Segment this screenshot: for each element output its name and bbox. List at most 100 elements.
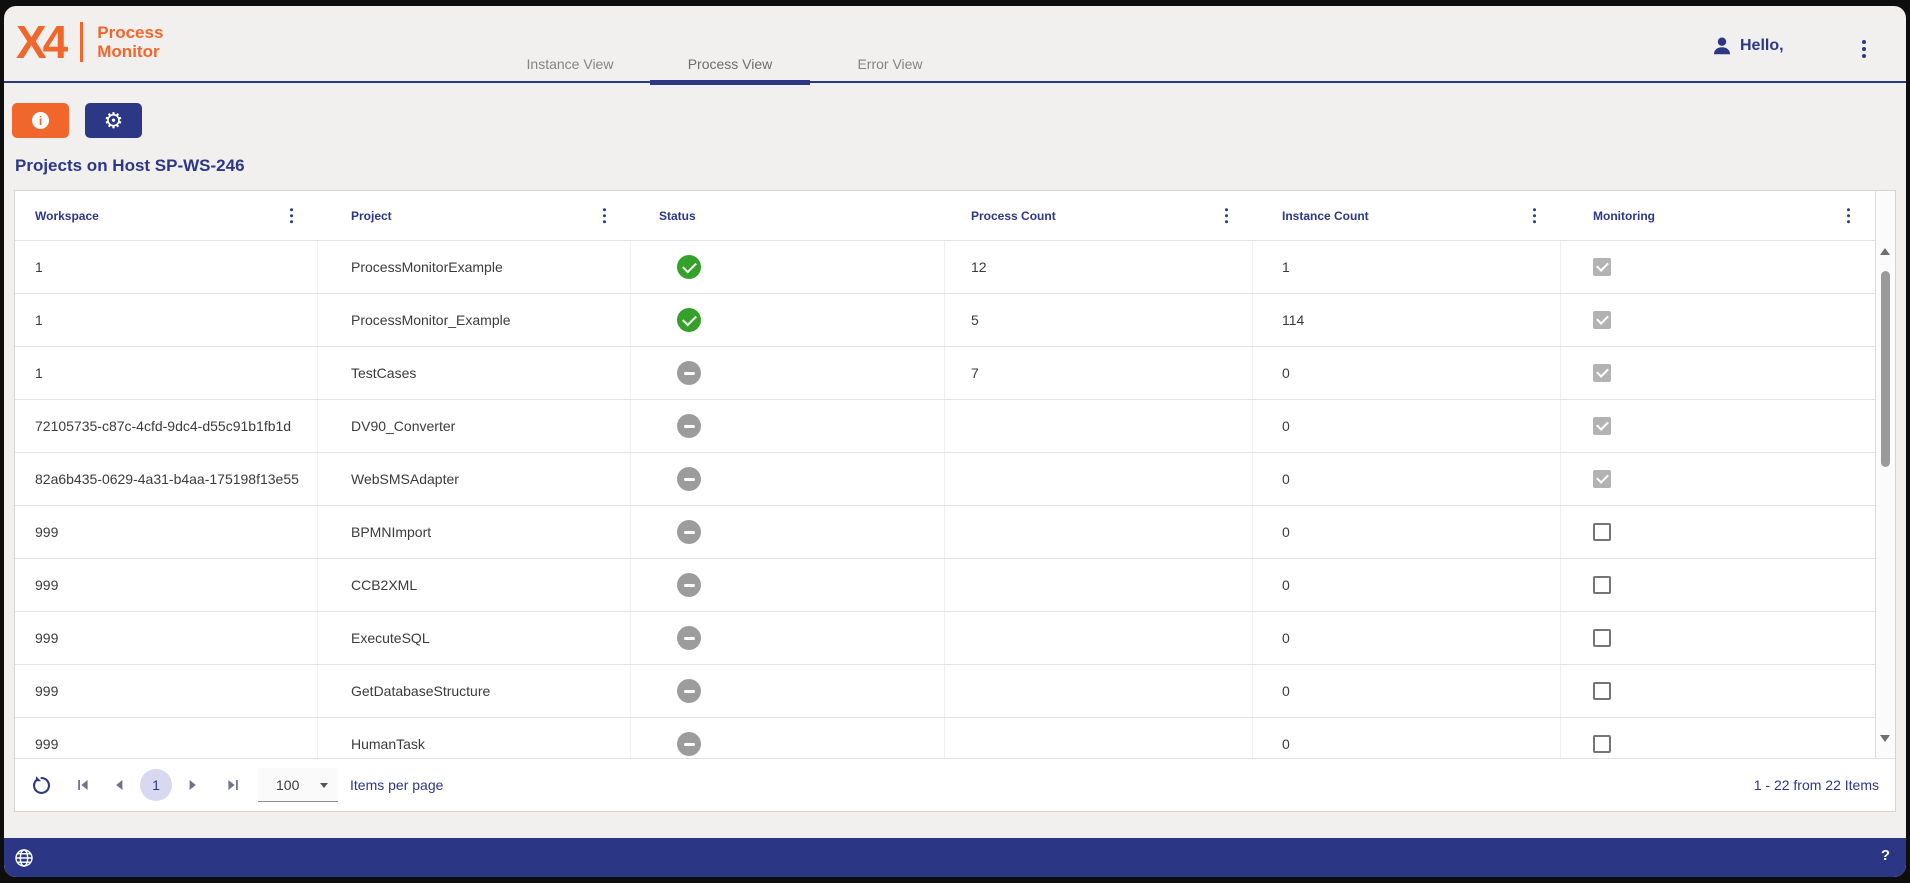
cell-status xyxy=(631,294,945,346)
column-menu-kebab-icon[interactable] xyxy=(1222,205,1232,227)
cell-status xyxy=(631,400,945,452)
cell-process-count: 5 xyxy=(945,294,1253,346)
table-row[interactable]: 72105735-c87c-4cfd-9dc4-d55c91b1fb1d DV90… xyxy=(15,400,1875,453)
monitoring-checkbox[interactable] xyxy=(1593,523,1611,541)
help-button[interactable]: ? xyxy=(1881,847,1890,864)
status-inactive-icon xyxy=(677,732,701,756)
cell-instance-count: 0 xyxy=(1253,506,1561,558)
dropdown-caret-icon xyxy=(320,783,328,788)
info-button[interactable]: i xyxy=(12,103,69,138)
column-menu-kebab-icon[interactable] xyxy=(1530,205,1540,227)
monitoring-checkbox[interactable] xyxy=(1593,470,1611,488)
user-greeting-label: Hello, xyxy=(1740,37,1784,54)
tab-error-view[interactable]: Error View xyxy=(810,6,970,83)
status-active-icon xyxy=(677,308,701,332)
cell-project: ProcessMonitor_Example xyxy=(318,294,631,346)
cell-instance-count: 114 xyxy=(1253,294,1561,346)
column-header-project: Project xyxy=(318,191,631,240)
cell-process-count xyxy=(945,718,1253,758)
monitoring-checkbox[interactable] xyxy=(1593,682,1611,700)
cell-workspace: 82a6b435-0629-4a31-b4aa-175198f13e55 xyxy=(15,453,318,505)
monitoring-checkbox[interactable] xyxy=(1593,735,1611,753)
table-row[interactable]: 999 CCB2XML 0 xyxy=(15,559,1875,612)
scrollbar-up-icon[interactable] xyxy=(1880,248,1890,255)
cell-status xyxy=(631,453,945,505)
monitoring-checkbox[interactable] xyxy=(1593,629,1611,647)
scrollbar-down-icon[interactable] xyxy=(1880,735,1890,742)
brand-divider xyxy=(80,22,84,62)
last-page-icon[interactable] xyxy=(224,776,242,794)
current-page-button[interactable]: 1 xyxy=(140,769,172,801)
cell-status xyxy=(631,612,945,664)
cell-status xyxy=(631,347,945,399)
vertical-scrollbar[interactable] xyxy=(1875,191,1895,758)
scrollbar-thumb[interactable] xyxy=(1881,271,1890,467)
cell-status xyxy=(631,718,945,758)
status-active-icon xyxy=(677,255,701,279)
monitoring-checkbox[interactable] xyxy=(1593,258,1611,276)
cell-workspace: 999 xyxy=(15,612,318,664)
monitoring-checkbox[interactable] xyxy=(1593,311,1611,329)
column-menu-kebab-icon[interactable] xyxy=(287,205,297,227)
cell-status xyxy=(631,506,945,558)
cell-instance-count: 1 xyxy=(1253,241,1561,293)
product-name-line1: Process xyxy=(97,23,164,42)
table-row[interactable]: 1 ProcessMonitor_Example 5 114 xyxy=(15,294,1875,347)
cell-project: TestCases xyxy=(318,347,631,399)
cell-instance-count: 0 xyxy=(1253,347,1561,399)
previous-page-icon[interactable] xyxy=(110,776,128,794)
status-inactive-icon xyxy=(677,361,701,385)
table-row[interactable]: 1 TestCases 7 0 xyxy=(15,347,1875,400)
cell-workspace: 1 xyxy=(15,347,318,399)
status-inactive-icon xyxy=(677,467,701,491)
monitoring-checkbox[interactable] xyxy=(1593,364,1611,382)
cell-status xyxy=(631,559,945,611)
column-menu-kebab-icon[interactable] xyxy=(1844,205,1854,227)
table-row[interactable]: 1 ProcessMonitorExample 12 1 xyxy=(15,241,1875,294)
cell-instance-count: 0 xyxy=(1253,612,1561,664)
table-row[interactable]: 999 GetDatabaseStructure 0 xyxy=(15,665,1875,718)
globe-icon[interactable] xyxy=(14,848,34,868)
column-menu-kebab-icon[interactable] xyxy=(600,205,610,227)
tab-process-view[interactable]: Process View xyxy=(650,6,810,85)
user-menu-kebab-icon[interactable] xyxy=(1860,38,1868,60)
monitoring-checkbox[interactable] xyxy=(1593,576,1611,594)
table-row[interactable]: 999 ExecuteSQL 0 xyxy=(15,612,1875,665)
items-range-label: 1 - 22 from 22 Items xyxy=(1753,777,1879,793)
cell-instance-count: 0 xyxy=(1253,453,1561,505)
settings-button[interactable]: ⚙ xyxy=(85,103,142,138)
column-header-status: Status xyxy=(631,191,945,240)
cell-instance-count: 0 xyxy=(1253,559,1561,611)
tab-instance-view[interactable]: Instance View xyxy=(490,6,650,83)
monitoring-checkbox[interactable] xyxy=(1593,417,1611,435)
status-inactive-icon xyxy=(677,520,701,544)
column-label: Process Count xyxy=(971,208,1056,223)
column-header-workspace: Workspace xyxy=(15,191,318,240)
app-header: X4 Process Monitor Instance View Process … xyxy=(4,6,1906,85)
cell-instance-count: 0 xyxy=(1253,718,1561,758)
cell-workspace: 1 xyxy=(15,294,318,346)
table-row[interactable]: 82a6b435-0629-4a31-b4aa-175198f13e55 WebS… xyxy=(15,453,1875,506)
user-greeting: Hello, xyxy=(1711,35,1784,57)
cell-monitoring xyxy=(1561,718,1875,758)
cell-monitoring xyxy=(1561,665,1875,717)
status-inactive-icon xyxy=(677,573,701,597)
cell-project: DV90_Converter xyxy=(318,400,631,452)
column-label: Project xyxy=(351,208,392,223)
page-size-select[interactable]: 100 xyxy=(258,768,338,802)
table-row[interactable]: 999 BPMNImport 0 xyxy=(15,506,1875,559)
next-page-icon[interactable] xyxy=(184,776,202,794)
table-row[interactable]: 999 HumanTask 0 xyxy=(15,718,1875,758)
column-label: Status xyxy=(659,208,696,223)
product-name-line2: Monitor xyxy=(97,42,160,61)
refresh-icon[interactable] xyxy=(31,775,52,796)
paginator: 1 100 Items per page 1 - 22 from 22 Item… xyxy=(15,758,1895,811)
app-container: X4 Process Monitor Instance View Process … xyxy=(4,6,1906,877)
column-label: Instance Count xyxy=(1282,208,1369,223)
cell-workspace: 72105735-c87c-4cfd-9dc4-d55c91b1fb1d xyxy=(15,400,318,452)
first-page-icon[interactable] xyxy=(74,776,92,794)
cell-workspace: 999 xyxy=(15,665,318,717)
cell-project: WebSMSAdapter xyxy=(318,453,631,505)
cell-project: CCB2XML xyxy=(318,559,631,611)
column-header-instance-count: Instance Count xyxy=(1253,191,1561,240)
